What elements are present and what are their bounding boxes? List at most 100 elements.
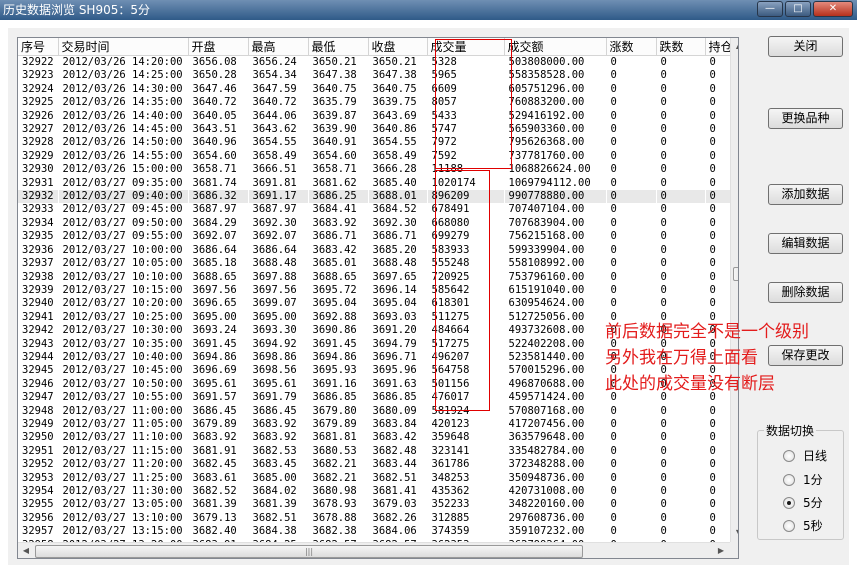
radio-dot-daily[interactable] — [783, 449, 795, 462]
radio-dot-5sec[interactable] — [783, 519, 795, 532]
column-header[interactable]: 成交量 — [427, 38, 505, 56]
radio-5min[interactable]: 5分 — [783, 494, 823, 511]
table-row[interactable]: 32936 2012/03/27 10:00:00 3686.64 3686.64 36… — [18, 244, 738, 257]
table-row[interactable]: 32928 2012/03/26 14:50:00 3640.96 3654.55 36… — [18, 136, 738, 149]
column-header[interactable]: 序号 — [18, 38, 59, 56]
table-cell: 3682.21 — [312, 458, 357, 471]
table-row[interactable]: 32955 2012/03/27 13:05:00 3681.39 3681.39 36… — [18, 498, 738, 511]
table-row[interactable]: 32925 2012/03/26 14:35:00 3640.72 3640.72 36… — [18, 96, 738, 109]
vertical-scrollbar[interactable]: ▲ ▼ — [730, 38, 738, 542]
table-row[interactable]: 32923 2012/03/26 14:25:00 3650.28 3654.34 36… — [18, 69, 738, 82]
table-row[interactable]: 32956 2012/03/27 13:10:00 3679.13 3682.51 36… — [18, 511, 738, 525]
table-cell: 2012/03/27 13:05:00 — [62, 498, 183, 511]
column-header[interactable]: 成交额 — [504, 38, 607, 56]
table-row[interactable]: 32950 2012/03/27 11:10:00 3683.92 3683.92 36… — [18, 431, 738, 444]
table-row[interactable]: 32927 2012/03/26 14:45:00 3643.51 3643.62 36… — [18, 123, 738, 136]
scroll-down-icon[interactable]: ▼ — [731, 525, 738, 541]
table-row[interactable]: 32922 2012/03/26 14:20:00 3656.08 3656.24 36… — [18, 56, 738, 70]
table-row[interactable]: 32934 2012/03/27 09:50:00 3684.29 3692.30 36… — [18, 216, 738, 230]
table-cell: 32928 — [22, 136, 54, 149]
minimize-icon[interactable]: — — [757, 1, 783, 17]
radio-daily[interactable]: 日线 — [783, 447, 827, 464]
close-button[interactable]: 关闭 — [768, 36, 843, 57]
table-row[interactable]: 32957 2012/03/27 13:15:00 3682.40 3684.38 36… — [18, 525, 738, 538]
table-row[interactable]: 32933 2012/03/27 09:45:00 3687.97 3687.97 36… — [18, 203, 738, 216]
table-cell: 5433 — [431, 109, 457, 122]
table-row[interactable]: 32939 2012/03/27 10:15:00 3697.56 3697.56 36… — [18, 283, 738, 297]
table-row[interactable]: 32940 2012/03/27 10:20:00 3696.65 3699.07 36… — [18, 297, 738, 310]
edit-data-button[interactable]: 编辑数据 — [768, 233, 843, 254]
table-cell: 3658.71 — [312, 163, 357, 176]
table-row[interactable]: 32937 2012/03/27 10:05:00 3685.18 3688.48 36… — [18, 257, 738, 270]
table-cell: 32934 — [22, 216, 54, 229]
table-row[interactable]: 32930 2012/03/26 15:00:00 3658.71 3666.51 36… — [18, 163, 738, 176]
scroll-corner — [730, 542, 738, 558]
table-row[interactable]: 32953 2012/03/27 11:25:00 3683.61 3685.00 36… — [18, 472, 738, 485]
radio-5sec[interactable]: 5秒 — [783, 517, 823, 534]
table-cell: 32945 — [22, 364, 54, 377]
table-cell: 3691.45 — [312, 337, 357, 350]
table-cell: 323141 — [431, 444, 470, 457]
column-header[interactable]: 涨数 — [606, 38, 657, 56]
table-cell: 0 — [610, 96, 617, 109]
table-cell: 3692.30 — [252, 216, 297, 229]
save-changes-button[interactable]: 保存更改 — [768, 345, 843, 366]
table-cell: 0 — [610, 417, 617, 430]
table-cell: 335482784.00 — [508, 444, 585, 457]
table-cell: 3640.86 — [372, 123, 417, 136]
radio-dot-5min[interactable] — [783, 496, 795, 509]
table-cell: 3697.56 — [192, 283, 237, 296]
table-cell: 753796160.00 — [508, 270, 585, 283]
table-cell: 0 — [610, 485, 617, 497]
table-cell: 3683.92 — [252, 417, 297, 430]
horizontal-scroll-thumb[interactable]: ||| — [35, 545, 583, 558]
table-cell: 0 — [610, 283, 617, 296]
horizontal-scrollbar[interactable]: ◀ ||| ▶ — [18, 542, 730, 558]
table-row[interactable]: 32951 2012/03/27 11:15:00 3681.91 3682.53 36… — [18, 444, 738, 458]
table-cell: 3684.06 — [372, 525, 417, 538]
table-cell: 0 — [610, 203, 617, 216]
table-row[interactable]: 32954 2012/03/27 11:30:00 3682.52 3684.02 36… — [18, 485, 738, 498]
window-client: 序号 交易时间 开盘 最高 最低 收盘 成交量 成交额 涨数 跌数 持仓 32922 2012/03/… — [8, 28, 849, 565]
radio-1min[interactable]: 1分 — [783, 471, 823, 488]
table-row[interactable]: 32932 2012/03/27 09:40:00 3686.32 3691.17 36… — [18, 190, 738, 204]
scroll-left-icon[interactable]: ◀ — [18, 543, 34, 558]
table-row[interactable]: 32949 2012/03/27 11:05:00 3679.89 3683.92 36… — [18, 417, 738, 431]
table-cell: 896209 — [427, 190, 504, 204]
column-header[interactable]: 最低 — [308, 38, 369, 56]
table-cell: 3683.44 — [372, 458, 417, 471]
close-icon[interactable]: ✕ — [813, 1, 853, 17]
table-cell: 3656.24 — [252, 56, 297, 68]
table-cell: 297608736.00 — [508, 511, 585, 524]
radio-dot-1min[interactable] — [783, 473, 795, 486]
column-header[interactable]: 最高 — [248, 38, 309, 56]
table-cell: 0 — [610, 82, 617, 95]
history-data-table[interactable]: 序号 交易时间 开盘 最高 最低 收盘 成交量 成交额 涨数 跌数 持仓 32922 2012/03/… — [17, 37, 739, 559]
column-header[interactable]: 收盘 — [368, 38, 428, 56]
table-row[interactable]: 32952 2012/03/27 11:20:00 3682.45 3683.45 36… — [18, 458, 738, 471]
table-row[interactable]: 32948 2012/03/27 11:00:00 3686.45 3686.45 36… — [18, 405, 738, 418]
table-row[interactable]: 32926 2012/03/26 14:40:00 3640.05 3644.06 36… — [18, 109, 738, 123]
table-row[interactable]: 32938 2012/03/27 10:10:00 3688.65 3697.88 36… — [18, 270, 738, 284]
scroll-up-icon[interactable]: ▲ — [731, 38, 738, 54]
table-cell: 2012/03/27 10:45:00 — [62, 364, 183, 377]
column-header[interactable]: 跌数 — [656, 38, 706, 56]
table-cell: 0 — [610, 216, 617, 229]
column-header[interactable]: 交易时间 — [58, 38, 189, 56]
change-symbol-button[interactable]: 更换品种 — [768, 108, 843, 129]
maximize-icon[interactable]: □ — [785, 1, 811, 17]
table-cell: 2012/03/27 10:50:00 — [62, 377, 183, 390]
add-data-button[interactable]: 添加数据 — [768, 184, 843, 205]
delete-data-button[interactable]: 删除数据 — [768, 282, 843, 303]
table-cell: 2012/03/26 14:20:00 — [62, 56, 183, 68]
table-row[interactable]: 32931 2012/03/27 09:35:00 3681.74 3691.81 36… — [18, 177, 738, 190]
table-cell: 32955 — [22, 498, 54, 511]
table-row[interactable]: 32924 2012/03/26 14:30:00 3647.46 3647.59 36… — [18, 82, 738, 96]
table-row[interactable]: 32935 2012/03/27 09:55:00 3692.07 3692.07 36… — [18, 230, 738, 243]
column-header[interactable]: 开盘 — [188, 38, 249, 56]
table-cell: 0 — [610, 109, 617, 122]
table-cell: 3693.30 — [252, 324, 297, 337]
table-cell: 0 — [610, 69, 617, 82]
table-row[interactable]: 32929 2012/03/26 14:55:00 3654.60 3658.49 36… — [18, 150, 738, 163]
scroll-right-icon[interactable]: ▶ — [713, 543, 729, 558]
